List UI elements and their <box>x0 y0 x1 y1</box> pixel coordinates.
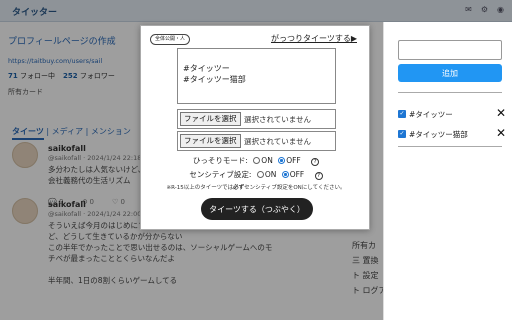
hashtag-input[interactable] <box>398 40 502 60</box>
hashtag-item: ✓ #タイッツー猫部 ✕ <box>398 126 506 142</box>
textarea-line: #タイッツー猫部 <box>183 75 246 84</box>
sensitive-on-radio[interactable] <box>256 171 264 178</box>
close-icon[interactable]: ✕ <box>496 106 506 120</box>
textarea-line: #タイッツー <box>183 64 230 73</box>
hashtag-label: #タイッツー猫部 <box>409 130 468 139</box>
divider <box>398 92 502 93</box>
help-icon[interactable]: ? <box>311 158 320 166</box>
close-icon[interactable]: ✕ <box>496 126 506 140</box>
tweet-textarea[interactable]: #タイッツー #タイッツー猫部 <box>177 48 336 104</box>
add-hashtag-button[interactable]: 追加 <box>398 64 502 82</box>
divider <box>398 146 502 147</box>
secret-mode-row: ひっそりモード: ON OFF ? <box>141 155 371 166</box>
secret-mode-on-radio[interactable] <box>253 157 261 164</box>
secret-mode-off-radio[interactable] <box>278 157 286 164</box>
off-label: OFF <box>289 170 305 179</box>
file-input: ファイルを選択 選択されていません <box>177 131 336 151</box>
file-status: 選択されていません <box>244 115 312 124</box>
sensitive-note: ※R-15以上のタイーツでは必ずセンシティブ設定をONにしてください。 <box>166 185 346 191</box>
full-compose-link[interactable]: がっつりタイーツする▶ <box>271 33 357 44</box>
sensitive-row: センシティブ設定: ON OFF ? <box>141 169 371 180</box>
on-label: ON <box>264 170 277 179</box>
hashtag-panel: 追加 ✓ #タイッツー ✕ ✓ #タイッツー猫部 ✕ <box>383 22 512 320</box>
on-label: ON <box>261 156 273 165</box>
sensitive-off-radio[interactable] <box>281 171 289 178</box>
choose-file-button[interactable]: ファイルを選択 <box>180 112 241 126</box>
secret-mode-label: ひっそりモード: <box>192 156 248 165</box>
submit-tweet-button[interactable]: タイーツする（つぶやく） <box>201 198 313 220</box>
sensitive-label: センシティブ設定: <box>189 170 252 179</box>
choose-file-button[interactable]: ファイルを選択 <box>180 134 241 148</box>
checkbox-checked-icon[interactable]: ✓ <box>398 130 406 138</box>
compose-dialog: 全体公開・人 がっつりタイーツする▶ #タイッツー #タイッツー猫部 ファイルを… <box>140 25 370 230</box>
checkbox-checked-icon[interactable]: ✓ <box>398 110 406 118</box>
hashtag-label: #タイッツー <box>409 110 453 119</box>
help-icon[interactable]: ? <box>314 172 323 180</box>
hashtag-item: ✓ #タイッツー ✕ <box>398 106 506 122</box>
file-input: ファイルを選択 選択されていません <box>177 109 336 129</box>
visibility-scope-button[interactable]: 全体公開・人 <box>150 34 190 45</box>
file-status: 選択されていません <box>244 137 312 146</box>
off-label: OFF <box>286 156 301 165</box>
